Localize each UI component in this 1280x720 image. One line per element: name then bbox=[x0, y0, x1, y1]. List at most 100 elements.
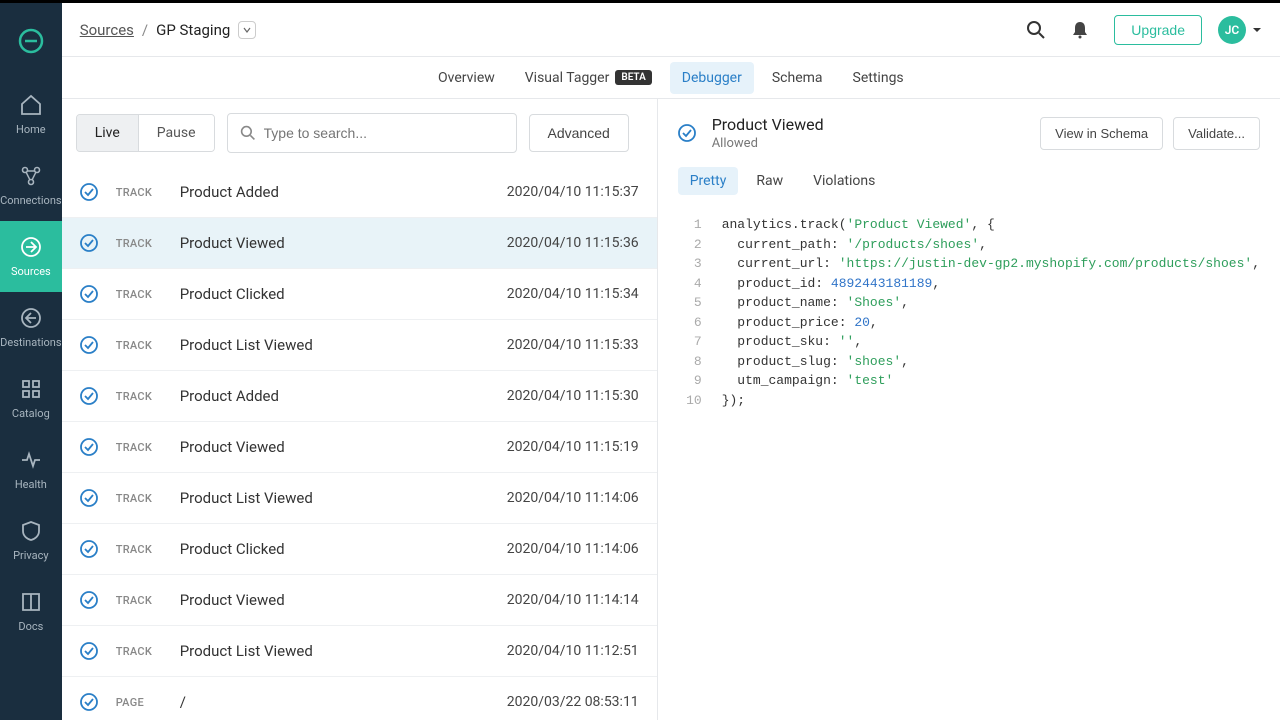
event-row[interactable]: TRACKProduct Viewed2020/04/10 11:15:19 bbox=[62, 422, 657, 473]
event-detail-pane: Product Viewed Allowed View in Schema Va… bbox=[658, 99, 1280, 720]
event-name: / bbox=[180, 693, 507, 711]
event-time: 2020/04/10 11:12:51 bbox=[507, 643, 639, 659]
logo bbox=[17, 27, 45, 55]
breadcrumb-root[interactable]: Sources bbox=[80, 21, 134, 39]
check-icon bbox=[678, 124, 696, 142]
event-row[interactable]: TRACKProduct Clicked2020/04/10 11:14:06 bbox=[62, 524, 657, 575]
check-icon bbox=[80, 336, 98, 354]
event-name: Product List Viewed bbox=[180, 336, 507, 354]
upgrade-button[interactable]: Upgrade bbox=[1114, 15, 1202, 45]
event-name: Product List Viewed bbox=[180, 642, 507, 660]
topbar: Sources / GP Staging Upgrade JC bbox=[62, 3, 1280, 57]
avatar[interactable]: JC bbox=[1218, 16, 1246, 44]
event-row[interactable]: PAGE/2020/03/22 08:53:11 bbox=[62, 677, 657, 720]
nav-label: Connections bbox=[0, 194, 61, 207]
check-icon bbox=[80, 693, 98, 711]
event-type: TRACK bbox=[116, 492, 180, 505]
destinations-icon bbox=[19, 306, 43, 330]
nav-docs[interactable]: Docs bbox=[0, 576, 61, 647]
check-icon bbox=[80, 234, 98, 252]
tab-visual-tagger[interactable]: Visual TaggerBETA bbox=[513, 62, 664, 94]
check-icon bbox=[80, 489, 98, 507]
nav-destinations[interactable]: Destinations bbox=[0, 292, 61, 363]
detail-title: Product Viewed bbox=[712, 115, 824, 134]
nav-sources[interactable]: Sources bbox=[0, 221, 61, 292]
validate-button[interactable]: Validate... bbox=[1173, 117, 1260, 150]
breadcrumb-separator: / bbox=[142, 21, 148, 39]
event-time: 2020/04/10 11:15:19 bbox=[507, 439, 639, 455]
event-time: 2020/04/10 11:14:14 bbox=[507, 592, 639, 608]
tab-schema[interactable]: Schema bbox=[760, 62, 835, 94]
tab-raw[interactable]: Raw bbox=[744, 167, 795, 195]
nav-label: Health bbox=[15, 478, 47, 491]
docs-icon bbox=[19, 590, 43, 614]
check-icon bbox=[80, 285, 98, 303]
avatar-caret-icon[interactable] bbox=[1252, 25, 1262, 35]
tab-settings[interactable]: Settings bbox=[841, 62, 916, 94]
event-name: Product Added bbox=[180, 183, 507, 201]
search-icon bbox=[240, 125, 256, 141]
event-row[interactable]: TRACKProduct Viewed2020/04/10 11:14:14 bbox=[62, 575, 657, 626]
catalog-icon bbox=[19, 377, 43, 401]
event-row[interactable]: TRACKProduct Viewed2020/04/10 11:15:36 bbox=[62, 218, 657, 269]
event-type: TRACK bbox=[116, 237, 180, 250]
event-time: 2020/04/10 11:14:06 bbox=[507, 541, 639, 557]
home-icon bbox=[19, 93, 43, 117]
event-name: Product Added bbox=[180, 387, 507, 405]
nav-label: Catalog bbox=[12, 407, 50, 420]
event-time: 2020/04/10 11:15:36 bbox=[507, 235, 639, 251]
search-input[interactable] bbox=[264, 125, 504, 141]
nav-home[interactable]: Home bbox=[0, 79, 61, 150]
event-type: TRACK bbox=[116, 390, 180, 403]
event-time: 2020/04/10 11:15:34 bbox=[507, 286, 639, 302]
pause-button[interactable]: Pause bbox=[138, 115, 214, 151]
event-row[interactable]: TRACKProduct List Viewed2020/04/10 11:14… bbox=[62, 473, 657, 524]
breadcrumb: Sources / GP Staging bbox=[80, 21, 257, 39]
event-type: TRACK bbox=[116, 645, 180, 658]
sources-icon bbox=[19, 235, 43, 259]
bell-icon[interactable] bbox=[1070, 20, 1090, 40]
search-box[interactable] bbox=[227, 113, 517, 153]
advanced-button[interactable]: Advanced bbox=[529, 114, 629, 152]
tab-pretty[interactable]: Pretty bbox=[678, 167, 739, 195]
event-row[interactable]: TRACKProduct List Viewed2020/04/10 11:12… bbox=[62, 626, 657, 677]
tab-violations[interactable]: Violations bbox=[801, 167, 887, 195]
event-type: TRACK bbox=[116, 543, 180, 556]
check-icon bbox=[80, 387, 98, 405]
nav-label: Docs bbox=[18, 620, 43, 633]
tab-overview[interactable]: Overview bbox=[426, 62, 507, 94]
connections-icon bbox=[19, 164, 43, 188]
event-name: Product List Viewed bbox=[180, 489, 507, 507]
event-row[interactable]: TRACKProduct Clicked2020/04/10 11:15:34 bbox=[62, 269, 657, 320]
code-block: 1analytics.track('Product Viewed', {2 cu… bbox=[658, 203, 1280, 422]
nav-catalog[interactable]: Catalog bbox=[0, 363, 61, 434]
event-type: TRACK bbox=[116, 186, 180, 199]
sidebar: Home Connections SourcesDestinations Catalo… bbox=[0, 3, 62, 720]
live-pause-toggle: Live Pause bbox=[76, 114, 215, 152]
beta-badge: BETA bbox=[615, 70, 651, 85]
event-type: TRACK bbox=[116, 288, 180, 301]
search-icon[interactable] bbox=[1026, 20, 1046, 40]
breadcrumb-dropdown[interactable] bbox=[238, 21, 256, 39]
health-icon bbox=[19, 448, 43, 472]
tab-debugger[interactable]: Debugger bbox=[670, 62, 754, 94]
event-time: 2020/03/22 08:53:11 bbox=[507, 694, 639, 710]
event-time: 2020/04/10 11:15:37 bbox=[507, 184, 639, 200]
check-icon bbox=[80, 438, 98, 456]
view-schema-button[interactable]: View in Schema bbox=[1040, 117, 1163, 150]
event-row[interactable]: TRACKProduct Added2020/04/10 11:15:30 bbox=[62, 371, 657, 422]
nav-health[interactable]: Health bbox=[0, 434, 61, 505]
event-row[interactable]: TRACKProduct Added2020/04/10 11:15:37 bbox=[62, 167, 657, 218]
event-type: TRACK bbox=[116, 594, 180, 607]
nav-connections[interactable]: Connections bbox=[0, 150, 61, 221]
nav-label: Privacy bbox=[13, 549, 49, 562]
event-name: Product Clicked bbox=[180, 540, 507, 558]
nav-privacy[interactable]: Privacy bbox=[0, 505, 61, 576]
event-row[interactable]: TRACKProduct List Viewed2020/04/10 11:15… bbox=[62, 320, 657, 371]
check-icon bbox=[80, 540, 98, 558]
check-icon bbox=[80, 591, 98, 609]
live-button[interactable]: Live bbox=[77, 115, 138, 151]
breadcrumb-current: GP Staging bbox=[156, 21, 230, 39]
event-type: PAGE bbox=[116, 696, 180, 709]
page-tabs: OverviewVisual TaggerBETADebuggerSchemaS… bbox=[62, 57, 1280, 99]
